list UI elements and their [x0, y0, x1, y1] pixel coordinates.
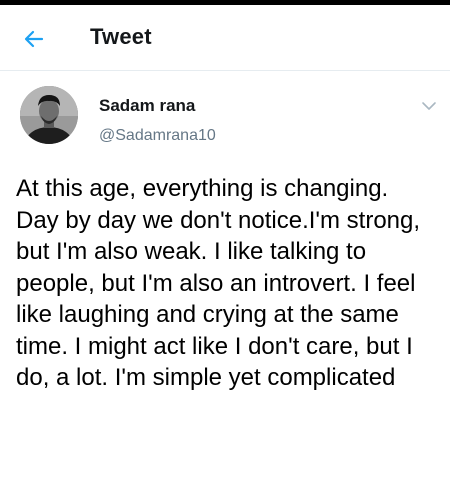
- author-handle[interactable]: @Sadamrana10: [99, 127, 216, 145]
- app-header: Tweet: [0, 5, 450, 71]
- tweet-author: Sadam rana @Sadamrana10: [0, 80, 450, 160]
- author-display-name[interactable]: Sadam rana: [99, 96, 195, 116]
- tweet-menu-button[interactable]: [416, 96, 442, 116]
- page-title: Tweet: [90, 24, 152, 49]
- chevron-down-icon: [422, 102, 436, 110]
- arrow-left-icon: [24, 30, 44, 48]
- tweet-text: At this age, everything is changing. Day…: [16, 175, 421, 391]
- avatar[interactable]: [20, 86, 78, 144]
- back-button[interactable]: [14, 21, 54, 57]
- avatar-photo: [20, 86, 78, 144]
